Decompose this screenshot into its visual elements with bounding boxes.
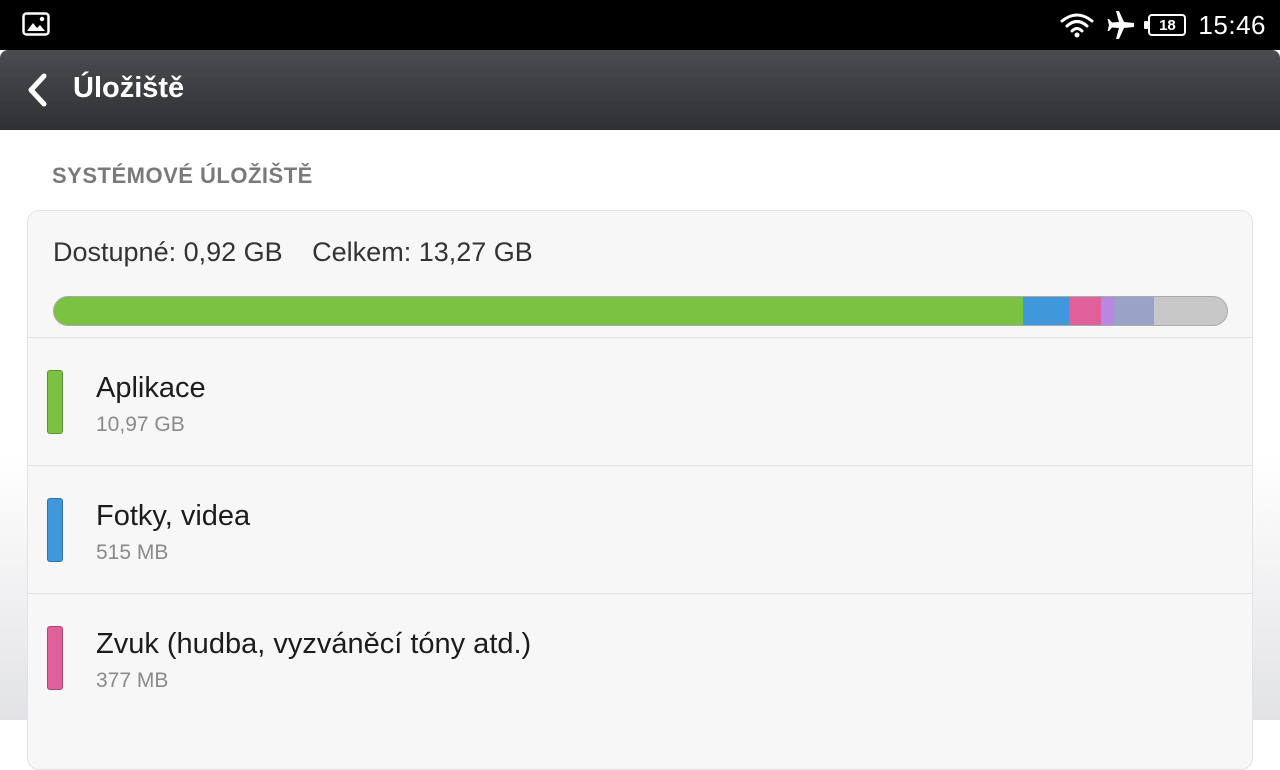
back-arrow-icon[interactable] [22,70,54,110]
battery-level: 18 [1159,16,1176,34]
airplane-icon [1107,11,1135,39]
usage-segment-audio [1068,297,1102,325]
status-icons: 18 15:46 [1060,0,1266,50]
color-swatch [47,498,63,562]
page-title: Úložiště [73,72,185,104]
total-space: Celkem: 13,27 GB [312,237,533,267]
storage-row-apps[interactable]: Aplikace 10,97 GB [28,338,1252,466]
usage-segment-other2 [1114,297,1155,325]
battery-icon: 18 [1144,14,1187,36]
available-space: Dostupné: 0,92 GB [53,237,283,267]
clock: 15:46 [1198,9,1266,40]
gallery-icon [22,12,50,36]
storage-summary: Dostupné: 0,92 GB Celkem: 13,27 GB [53,237,533,268]
status-bar: 18 15:46 [0,0,1280,50]
wifi-icon [1060,13,1094,38]
row-label: Aplikace [96,372,206,404]
storage-usage-bar [53,296,1228,326]
color-swatch [47,626,63,690]
storage-row-photos[interactable]: Fotky, videa 515 MB [28,466,1252,594]
usage-segment-other1 [1101,297,1115,325]
action-bar: Úložiště [0,50,1280,130]
section-header: SYSTÉMOVÉ ÚLOŽIŠTĚ [52,163,313,188]
row-size: 377 MB [96,669,169,692]
color-swatch [47,370,63,434]
row-size: 10,97 GB [96,413,185,436]
row-label: Fotky, videa [96,500,251,532]
usage-segment-photos [1022,297,1069,325]
storage-card: Dostupné: 0,92 GB Celkem: 13,27 GB Aplik… [27,210,1253,770]
usage-segment-apps [54,297,1023,325]
content-area: SYSTÉMOVÉ ÚLOŽIŠTĚ Dostupné: 0,92 GB Cel… [0,130,1280,770]
storage-row-audio[interactable]: Zvuk (hudba, vyzváněcí tóny atd.) 377 MB [28,594,1252,722]
row-size: 515 MB [96,541,169,564]
row-label: Zvuk (hudba, vyzváněcí tóny atd.) [96,628,532,660]
